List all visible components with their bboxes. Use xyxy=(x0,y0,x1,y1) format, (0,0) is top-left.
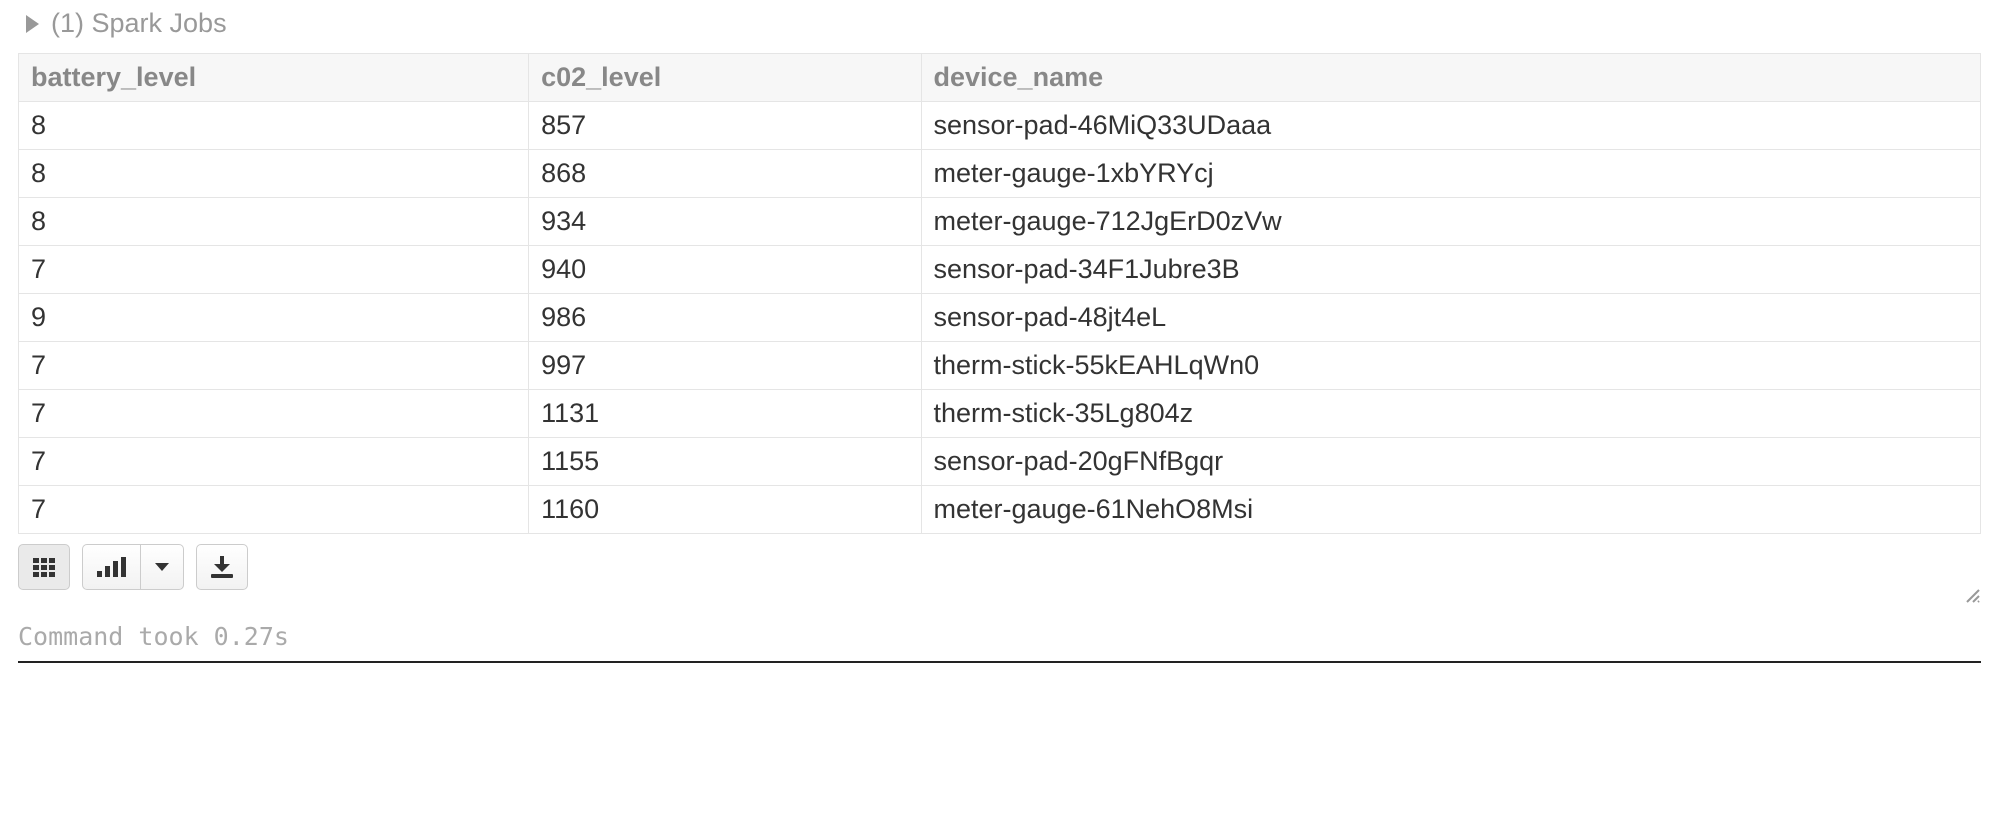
cell-device_name: meter-gauge-712JgErD0zVw xyxy=(921,198,1981,246)
table-view-button[interactable] xyxy=(18,544,70,590)
cell-device_name: sensor-pad-34F1Jubre3B xyxy=(921,246,1981,294)
download-button[interactable] xyxy=(196,544,248,590)
table-header-row: battery_level c02_level device_name xyxy=(19,54,1981,102)
cell-device_name: meter-gauge-1xbYRYcj xyxy=(921,150,1981,198)
cell-battery_level: 7 xyxy=(19,390,529,438)
cell-c02_level: 868 xyxy=(529,150,921,198)
spark-jobs-toggle[interactable]: (1) Spark Jobs xyxy=(26,8,1981,39)
resize-grip-icon xyxy=(1965,588,1981,604)
caret-down-icon xyxy=(155,563,169,571)
table-row: 71131therm-stick-35Lg804z xyxy=(19,390,1981,438)
chart-view-button[interactable] xyxy=(82,544,140,590)
cell-c02_level: 986 xyxy=(529,294,921,342)
cell-c02_level: 940 xyxy=(529,246,921,294)
cell-battery_level: 9 xyxy=(19,294,529,342)
table-row: 8868meter-gauge-1xbYRYcj xyxy=(19,150,1981,198)
status-text: Command took 0.27s xyxy=(18,622,1981,651)
table-row: 7997therm-stick-55kEAHLqWn0 xyxy=(19,342,1981,390)
column-header-battery-level[interactable]: battery_level xyxy=(19,54,529,102)
cell-device_name: sensor-pad-20gFNfBgqr xyxy=(921,438,1981,486)
cell-battery_level: 8 xyxy=(19,150,529,198)
cell-c02_level: 1131 xyxy=(529,390,921,438)
table-row: 71155sensor-pad-20gFNfBgqr xyxy=(19,438,1981,486)
table-row: 9986sensor-pad-48jt4eL xyxy=(19,294,1981,342)
cell-battery_level: 7 xyxy=(19,486,529,534)
cell-battery_level: 8 xyxy=(19,102,529,150)
spark-jobs-label: (1) Spark Jobs xyxy=(51,8,227,39)
table-row: 8857sensor-pad-46MiQ33UDaaa xyxy=(19,102,1981,150)
cell-c02_level: 997 xyxy=(529,342,921,390)
cell-battery_level: 7 xyxy=(19,246,529,294)
cell-device_name: therm-stick-55kEAHLqWn0 xyxy=(921,342,1981,390)
cell-battery_level: 7 xyxy=(19,342,529,390)
column-header-c02-level[interactable]: c02_level xyxy=(529,54,921,102)
cell-divider xyxy=(18,661,1981,663)
result-toolbar xyxy=(18,544,1981,590)
cell-device_name: meter-gauge-61NehO8Msi xyxy=(921,486,1981,534)
chart-view-group xyxy=(82,544,184,590)
resize-handle[interactable] xyxy=(18,586,1981,604)
cell-device_name: therm-stick-35Lg804z xyxy=(921,390,1981,438)
table-row: 8934meter-gauge-712JgErD0zVw xyxy=(19,198,1981,246)
cell-c02_level: 1160 xyxy=(529,486,921,534)
cell-battery_level: 8 xyxy=(19,198,529,246)
cell-device_name: sensor-pad-48jt4eL xyxy=(921,294,1981,342)
table-row: 71160meter-gauge-61NehO8Msi xyxy=(19,486,1981,534)
cell-device_name: sensor-pad-46MiQ33UDaaa xyxy=(921,102,1981,150)
download-icon xyxy=(211,556,233,578)
chevron-right-icon xyxy=(26,15,39,33)
results-table: battery_level c02_level device_name 8857… xyxy=(18,53,1981,534)
cell-c02_level: 934 xyxy=(529,198,921,246)
table-icon xyxy=(33,558,55,577)
cell-c02_level: 857 xyxy=(529,102,921,150)
bar-chart-icon xyxy=(97,557,126,577)
cell-c02_level: 1155 xyxy=(529,438,921,486)
column-header-device-name[interactable]: device_name xyxy=(921,54,1981,102)
cell-battery_level: 7 xyxy=(19,438,529,486)
chart-view-dropdown[interactable] xyxy=(140,544,184,590)
table-row: 7940sensor-pad-34F1Jubre3B xyxy=(19,246,1981,294)
